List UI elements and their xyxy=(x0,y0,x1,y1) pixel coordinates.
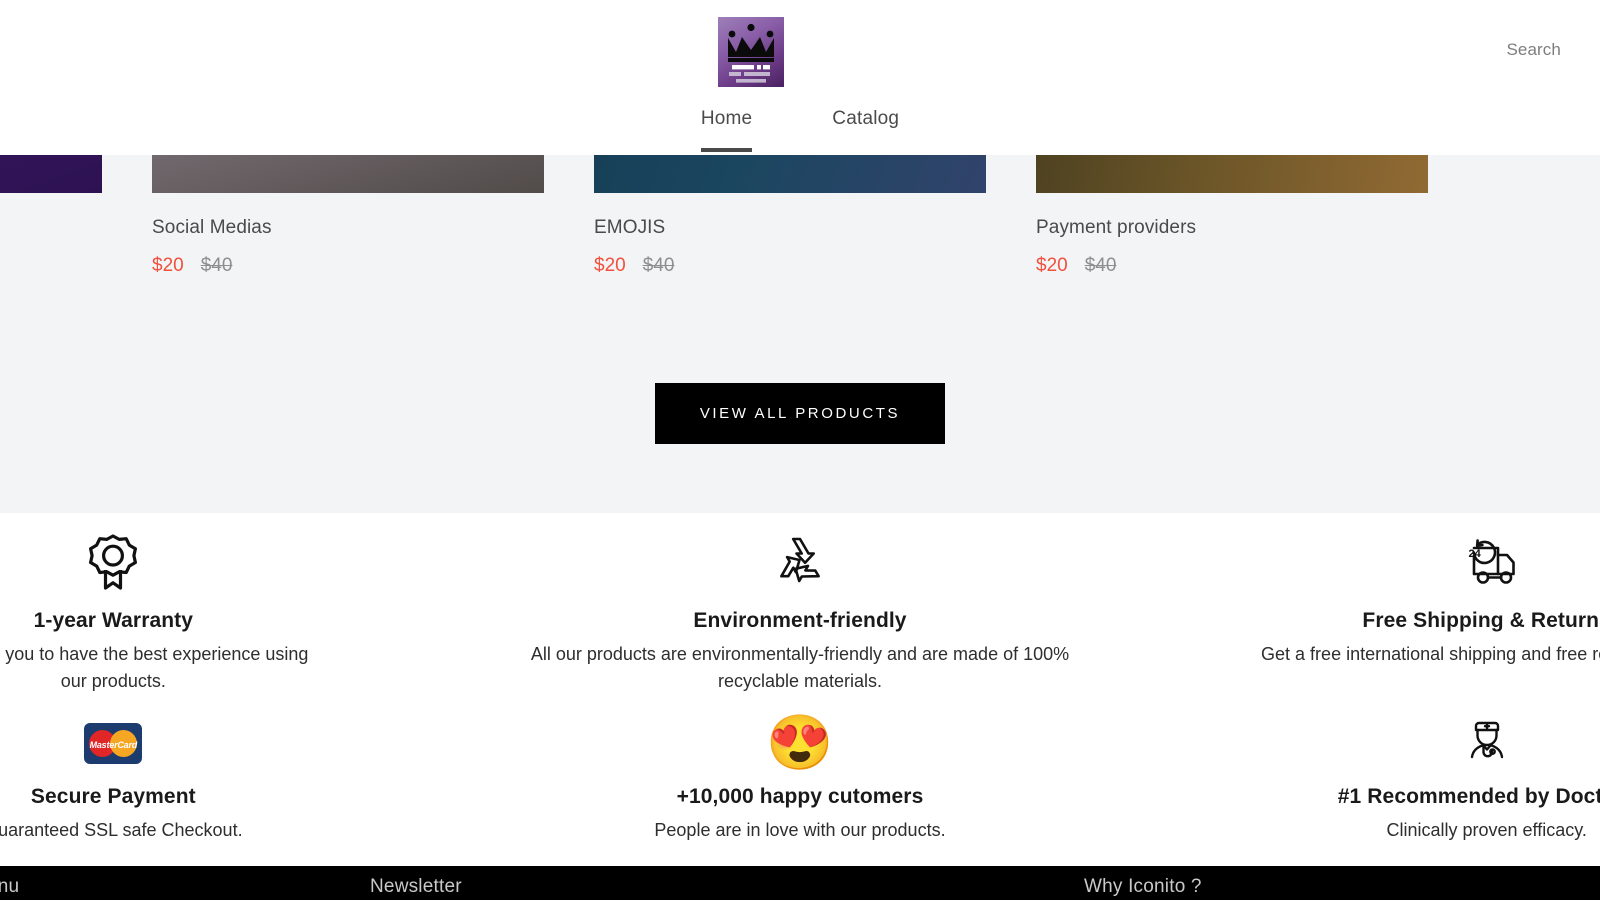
product-sale-price: $20 xyxy=(152,255,184,276)
award-rosette-icon xyxy=(85,531,141,593)
features-row-1: 1-year Warranty arranty for you to have … xyxy=(0,513,1600,695)
doctor-icon xyxy=(1459,715,1515,771)
feature-title: #1 Recommended by Doctors xyxy=(1337,785,1600,808)
site-header: Search Ca Home Catalog xyxy=(0,0,1600,155)
heart-eyes-emoji-glyph: 😍 xyxy=(766,713,834,773)
feature-title: Free Shipping & Returns xyxy=(1362,609,1600,632)
product-compare-price: $40 xyxy=(200,255,233,276)
product-price-group: $20 $40 xyxy=(594,255,986,277)
site-footer: menu Newsletter Why Iconito ? xyxy=(0,866,1600,900)
product-title: Payment providers xyxy=(1036,217,1197,238)
nav-item-catalog[interactable]: Catalog xyxy=(808,108,923,130)
feature-description: All our products are environmentally-fri… xyxy=(530,644,1070,691)
product-price-group: $20 $40 xyxy=(0,255,102,277)
product-compare-price: $40 xyxy=(642,255,675,276)
footer-heading-why-iconito[interactable]: Why Iconito ? xyxy=(1084,876,1202,898)
nav-item-home[interactable]: Home xyxy=(677,108,776,152)
crown-logo[interactable] xyxy=(718,17,784,87)
storefront-page: & Guarantee Icons $20 $40 Social Medias … xyxy=(0,0,1600,900)
delivery-truck-24h-icon: 24 xyxy=(1452,531,1522,593)
product-sale-price: $20 xyxy=(1036,255,1068,276)
product-price-group: $20 $40 xyxy=(152,255,544,277)
view-all-wrapper: VIEW ALL PRODUCTS xyxy=(0,383,1600,444)
feature-warranty: 1-year Warranty arranty for you to have … xyxy=(0,513,457,695)
feature-title: +10,000 happy cutomers xyxy=(676,785,924,808)
view-all-products-button[interactable]: VIEW ALL PRODUCTS xyxy=(655,383,945,444)
product-title: & Guarantee Icons xyxy=(0,217,102,239)
main-navigation: Home Catalog xyxy=(0,108,1600,152)
feature-description: arranty for you to have the best experie… xyxy=(0,644,309,691)
header-actions: Search Ca xyxy=(1506,38,1600,62)
feature-description: People are in love with our products. xyxy=(654,820,946,840)
footer-heading-menu[interactable]: menu xyxy=(0,876,19,898)
feature-environment: Environment-friendly All our products ar… xyxy=(457,513,1144,695)
product-compare-price: $40 xyxy=(1084,255,1117,276)
nav-item-catalog-label: Catalog xyxy=(832,108,900,129)
mastercard-icon: MasterCard xyxy=(84,715,143,771)
nav-active-indicator xyxy=(700,148,753,152)
recycle-icon xyxy=(771,531,829,593)
product-title: EMOJIS xyxy=(594,217,666,238)
search-link[interactable]: Search xyxy=(1506,40,1560,60)
feature-description: Get a free international shipping and fr… xyxy=(1261,644,1600,664)
product-title: Social Medias xyxy=(152,217,272,238)
feature-secure-payment: MasterCard Secure Payment Guaranteed SSL… xyxy=(0,703,457,844)
heart-eyes-emoji-icon: 😍 xyxy=(766,715,833,771)
product-sale-price: $20 xyxy=(594,255,626,276)
feature-description: Clinically proven efficacy. xyxy=(1386,820,1587,840)
footer-columns: menu Newsletter Why Iconito ? xyxy=(0,866,1600,900)
feature-happy-customers: 😍 +10,000 happy cutomers People are in l… xyxy=(457,703,1144,844)
features-row-2: MasterCard Secure Payment Guaranteed SSL… xyxy=(0,703,1600,844)
nav-item-home-label: Home xyxy=(700,108,753,129)
feature-title: Environment-friendly xyxy=(693,609,907,632)
feature-description: Guaranteed SSL safe Checkout. xyxy=(0,820,243,840)
product-price-group: $20 $40 xyxy=(1036,255,1428,277)
feature-title: 1-year Warranty xyxy=(33,609,194,632)
footer-heading-newsletter[interactable]: Newsletter xyxy=(370,876,462,898)
feature-shipping: 24 Free Shipping & Returns Get a free in… xyxy=(1143,513,1600,695)
features-section: 1-year Warranty arranty for you to have … xyxy=(0,513,1600,866)
feature-doctor-recommended: #1 Recommended by Doctors Clinically pro… xyxy=(1143,703,1600,844)
feature-title: Secure Payment xyxy=(30,785,196,808)
